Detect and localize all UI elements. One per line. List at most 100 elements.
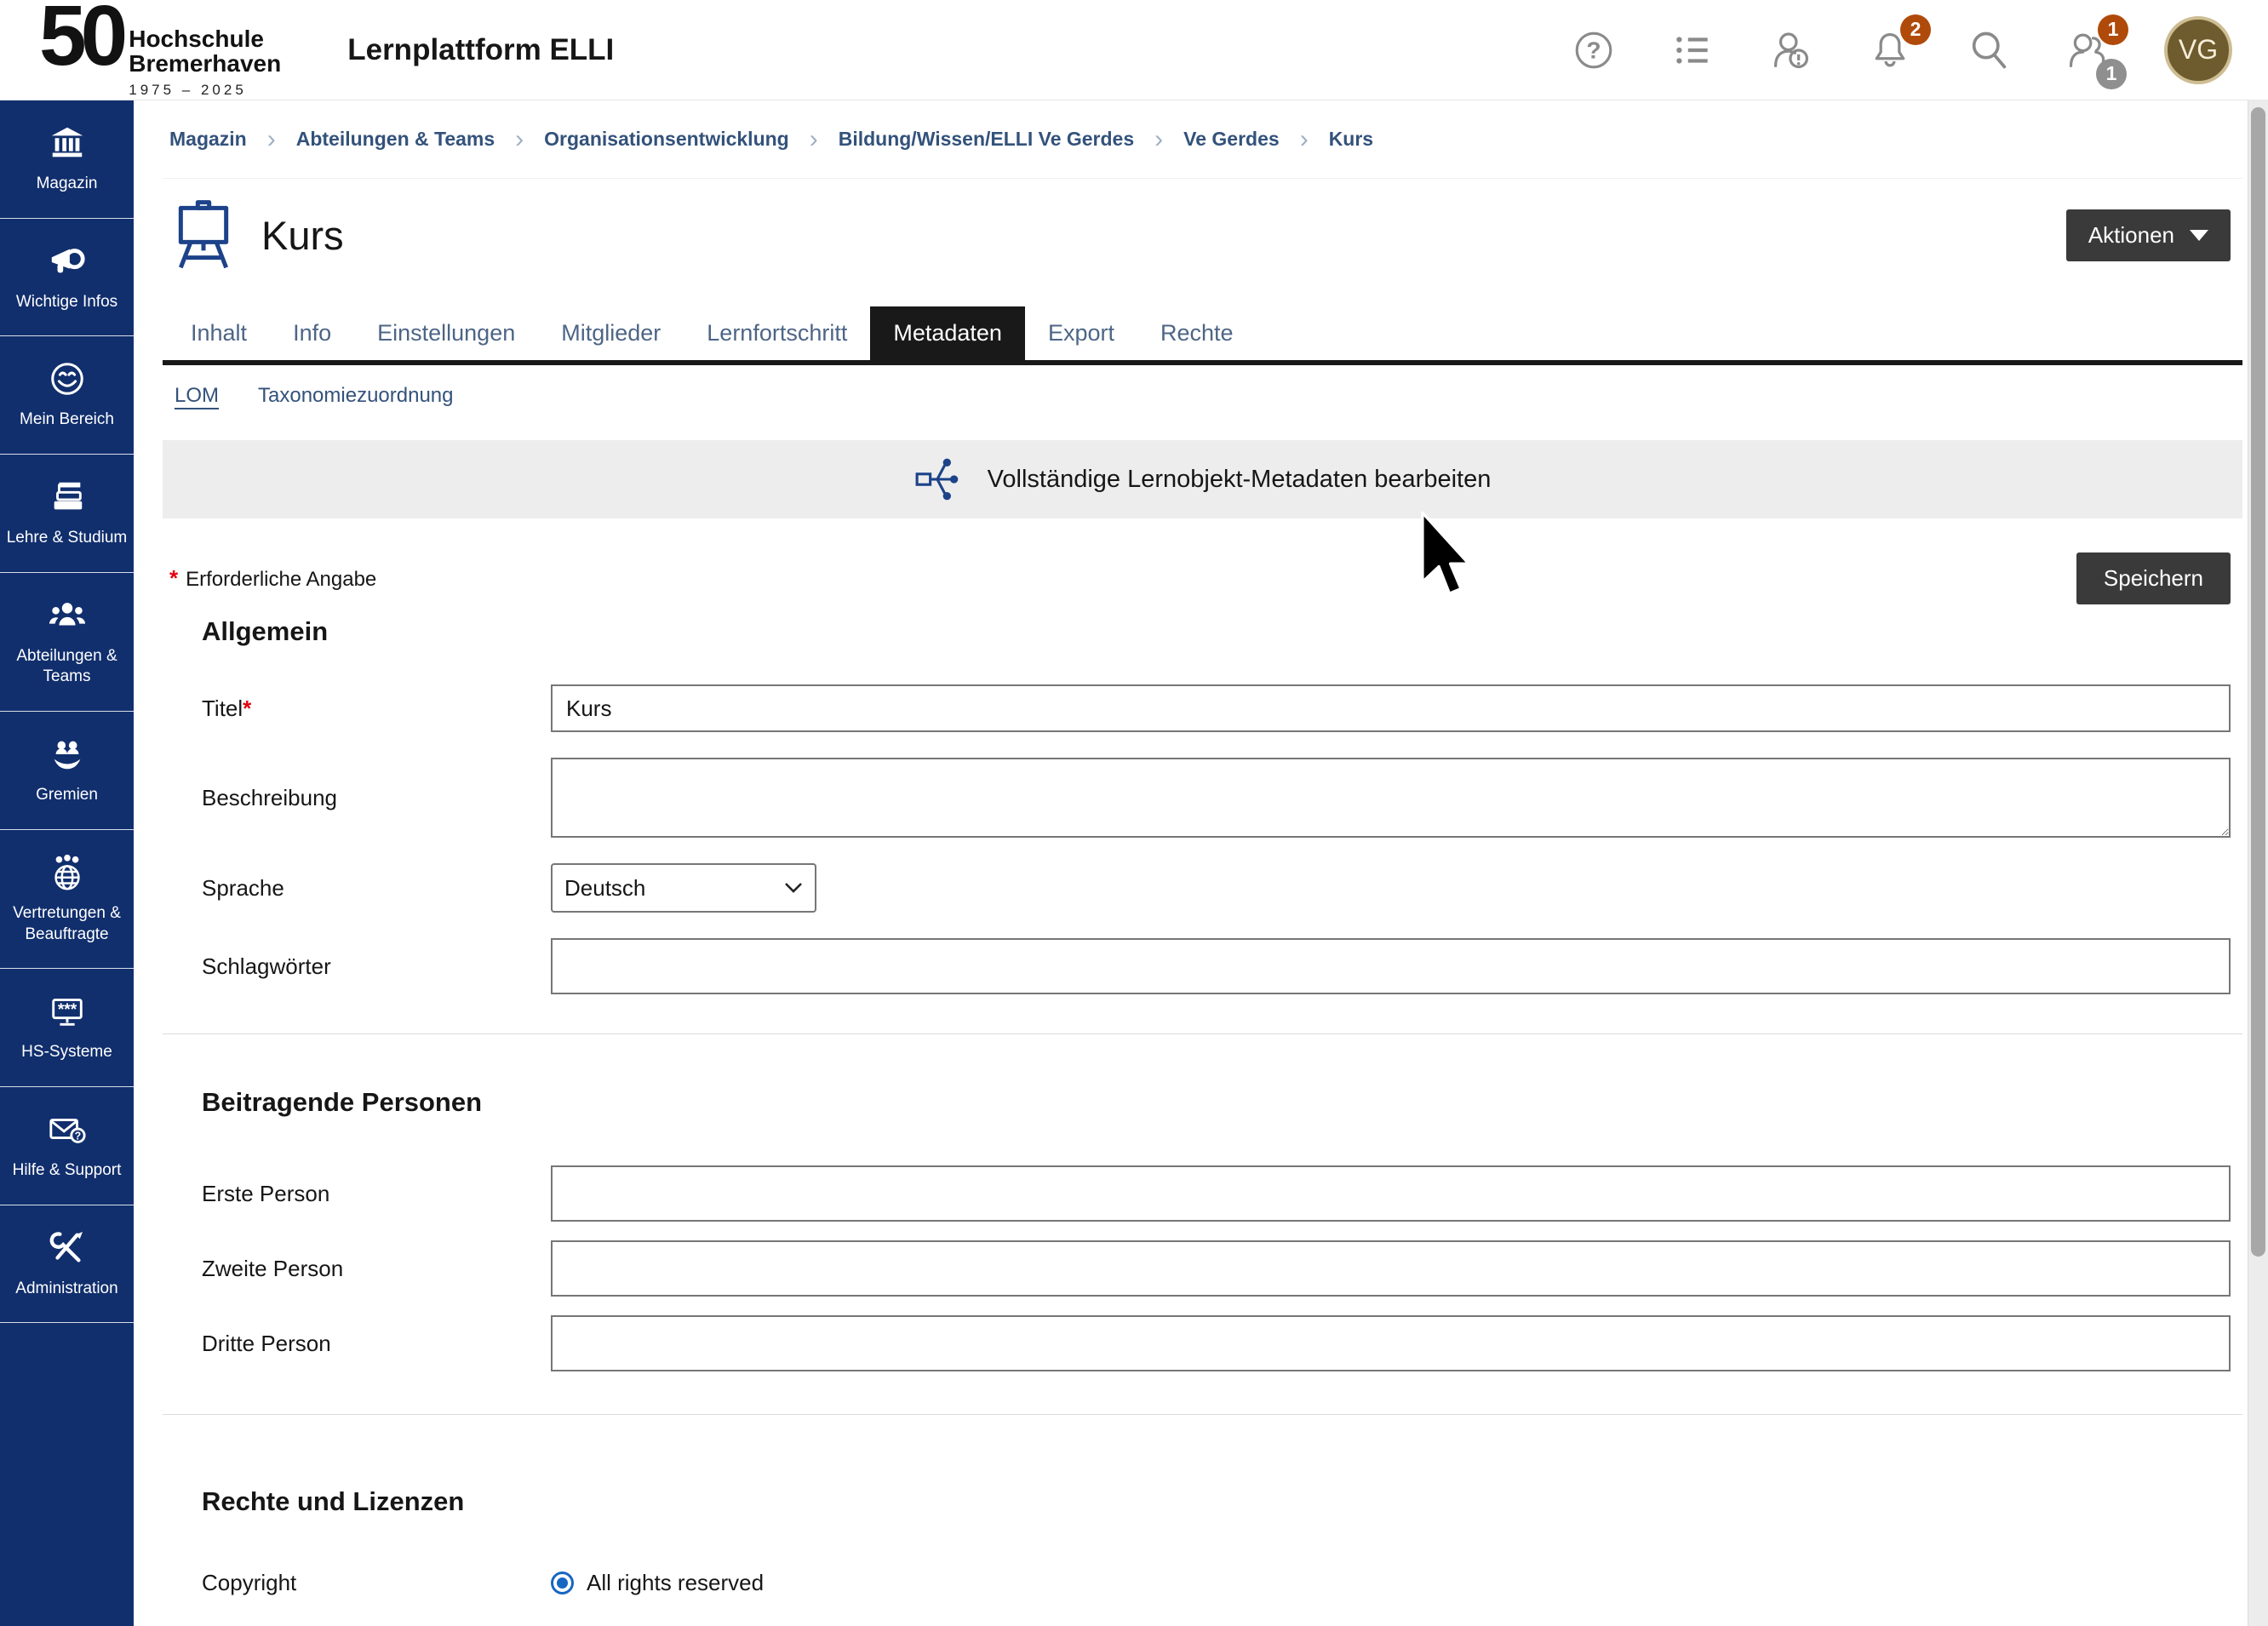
contacts-badge-bottom: 1 — [2096, 59, 2127, 89]
sidebar-item-administration[interactable]: Administration — [0, 1205, 134, 1324]
header-icon-bar: ? 2 — [1572, 16, 2232, 84]
tab-mitglieder[interactable]: Mitglieder — [538, 306, 684, 360]
required-star: * — [169, 565, 178, 591]
dritte-person-input[interactable] — [551, 1315, 2231, 1371]
user-status-button[interactable] — [1769, 28, 1813, 72]
aktionen-button-label: Aktionen — [2088, 222, 2174, 249]
sidebar-item-label: Wichtige Infos — [16, 292, 117, 313]
erste-person-label: Erste Person — [202, 1181, 551, 1207]
sidebar-item-abteilungen-teams[interactable]: Abteilungen & Teams — [0, 573, 134, 712]
speichern-button[interactable]: Speichern — [2076, 552, 2231, 604]
schlagwoerter-label: Schlagwörter — [202, 953, 551, 980]
sidebar-item-label: Hilfe & Support — [13, 1160, 122, 1182]
sidebar-item-gremien[interactable]: Gremien — [0, 712, 134, 830]
tab-inhalt[interactable]: Inhalt — [168, 306, 270, 360]
breadcrumb-item-abteilungen-teams[interactable]: Abteilungen & Teams — [296, 128, 495, 151]
titel-required-star: * — [243, 696, 251, 721]
zweite-person-input[interactable] — [551, 1240, 2231, 1297]
search-icon — [1967, 28, 2011, 72]
titel-input[interactable] — [551, 684, 2231, 732]
section-heading-rechte-lizenzen: Rechte und Lizenzen — [202, 1486, 2242, 1517]
sidebar-item-label: Vertretungen & Beauftragte — [5, 903, 129, 945]
svg-text:?: ? — [74, 1130, 81, 1142]
sidebar-item-vertretungen-beauftragte[interactable]: Vertretungen & Beauftragte — [0, 830, 134, 969]
help-button[interactable]: ? — [1572, 28, 1616, 72]
avatar[interactable]: VG — [2164, 16, 2232, 84]
committee-icon — [48, 735, 87, 774]
page-title: Kurs — [261, 212, 344, 259]
breadcrumb-item-bildung-wissen[interactable]: Bildung/Wissen/ELLI Ve Gerdes — [839, 128, 1134, 151]
sprache-select[interactable]: Deutsch — [551, 863, 816, 913]
sidebar-item-mein-bereich[interactable]: Mein Bereich — [0, 336, 134, 455]
erste-person-input[interactable] — [551, 1165, 2231, 1222]
sidebar-item-label: Lehre & Studium — [7, 528, 128, 549]
breadcrumb-separator-icon: › — [1300, 125, 1309, 154]
subtab-taxonomiezuordnung[interactable]: Taxonomiezuordnung — [258, 384, 454, 408]
breadcrumb-item-magazin[interactable]: Magazin — [169, 128, 247, 151]
copyright-radio-option-label: All rights reserved — [587, 1570, 764, 1596]
smiley-icon — [48, 359, 87, 398]
sidebar-item-magazin[interactable]: Magazin — [0, 100, 134, 219]
books-icon — [48, 478, 87, 517]
sidebar-item-label: HS-Systeme — [21, 1042, 112, 1063]
tab-metadaten[interactable]: Metadaten — [870, 306, 1025, 360]
search-button[interactable] — [1967, 28, 2011, 72]
chevron-down-icon — [2190, 230, 2208, 241]
svg-text:***: *** — [57, 1001, 77, 1019]
section-divider — [163, 1033, 2242, 1034]
app-title: Lernplattform ELLI — [347, 33, 614, 67]
course-easel-icon — [169, 199, 238, 271]
section-heading-allgemein: Allgemein — [202, 616, 2242, 647]
tab-einstellungen[interactable]: Einstellungen — [354, 306, 538, 360]
contacts-badge-top: 1 — [2098, 14, 2128, 45]
breadcrumb-item-organisationsentwicklung[interactable]: Organisationsentwicklung — [544, 128, 789, 151]
sidebar-item-label: Abteilungen & Teams — [5, 646, 129, 688]
sidebar-item-lehre-studium[interactable]: Lehre & Studium — [0, 455, 134, 573]
breadcrumb-item-ve-gerdes[interactable]: Ve Gerdes — [1183, 128, 1280, 151]
bank-icon — [48, 123, 87, 163]
sidebar-item-label: Mein Bereich — [20, 409, 114, 431]
beschreibung-label: Beschreibung — [202, 785, 551, 811]
university-logo[interactable]: 50 Hochschule Bremerhaven 1975 – 2025 — [39, 1, 281, 99]
dritte-person-label: Dritte Person — [202, 1331, 551, 1357]
notifications-button[interactable]: 2 — [1868, 28, 1912, 72]
sidebar-item-label: Magazin — [37, 174, 98, 195]
sidebar-item-hs-systeme[interactable]: *** HS-Systeme — [0, 969, 134, 1087]
logo-name-line1: Hochschule — [129, 26, 281, 51]
subtab-bar: LOM Taxonomiezuordnung — [163, 365, 2242, 415]
tools-icon — [48, 1228, 87, 1268]
breadcrumb-item-kurs[interactable]: Kurs — [1329, 128, 1373, 151]
overview-button[interactable] — [1670, 28, 1715, 72]
breadcrumb-separator-icon: › — [810, 125, 818, 154]
sidebar-item-wichtige-infos[interactable]: Wichtige Infos — [0, 219, 134, 337]
vertical-scrollbar-track[interactable] — [2248, 100, 2268, 1626]
tab-rechte[interactable]: Rechte — [1137, 306, 1257, 360]
logo-50: 50 — [39, 1, 122, 71]
contacts-button[interactable]: 1 1 — [2065, 28, 2110, 72]
edit-full-metadata-label: Vollständige Lernobjekt-Metadaten bearbe… — [988, 466, 1492, 494]
tab-info[interactable]: Info — [270, 306, 354, 360]
aktionen-button[interactable]: Aktionen — [2066, 209, 2231, 261]
tab-lernfortschritt[interactable]: Lernfortschritt — [684, 306, 870, 360]
megaphone-icon — [48, 242, 87, 281]
copyright-radio[interactable] — [551, 1572, 574, 1595]
question-icon: ? — [1572, 29, 1615, 72]
titel-label: Titel* — [202, 696, 551, 722]
people-group-icon — [48, 596, 87, 635]
beschreibung-textarea[interactable] — [551, 758, 2231, 838]
vertical-scrollbar-thumb[interactable] — [2251, 107, 2265, 1257]
breadcrumb-separator-icon: › — [267, 125, 276, 154]
tab-export[interactable]: Export — [1025, 306, 1137, 360]
sidebar-item-hilfe-support[interactable]: ? Hilfe & Support — [0, 1087, 134, 1205]
breadcrumb-separator-icon: › — [515, 125, 524, 154]
main-sidebar: Magazin Wichtige Infos Mein Bereich — [0, 100, 134, 1626]
breadcrumb: Magazin › Abteilungen & Teams › Organisa… — [163, 100, 2242, 179]
sidebar-item-label: Gremien — [36, 785, 98, 806]
tab-bar: Inhalt Info Einstellungen Mitglieder Ler… — [163, 306, 2242, 360]
notifications-badge: 2 — [1900, 14, 1931, 45]
zweite-person-label: Zweite Person — [202, 1256, 551, 1282]
section-divider — [163, 1414, 2242, 1415]
schlagwoerter-input[interactable] — [551, 938, 2231, 994]
subtab-lom[interactable]: LOM — [175, 384, 219, 408]
edit-full-metadata-button[interactable]: Vollständige Lernobjekt-Metadaten bearbe… — [163, 440, 2242, 518]
